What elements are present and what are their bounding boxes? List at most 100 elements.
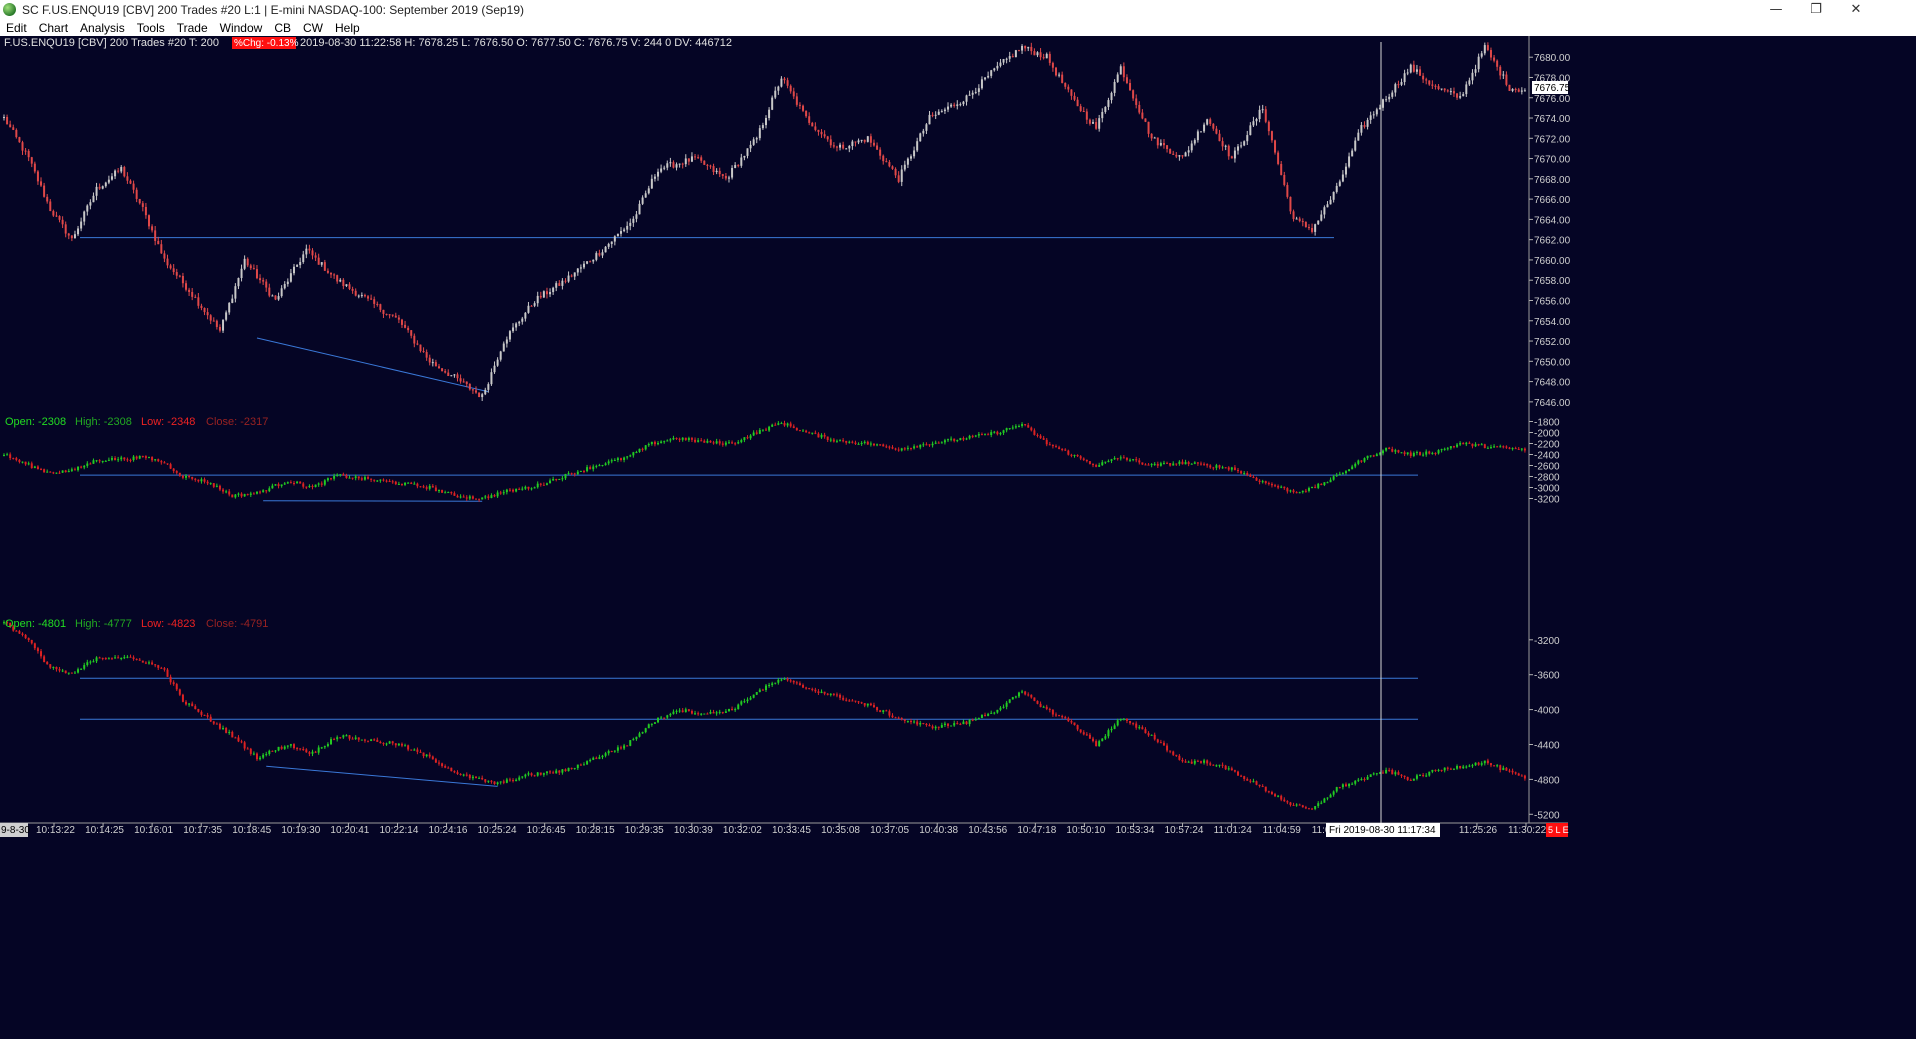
candle-body (404, 482, 407, 485)
candle-body (1437, 769, 1440, 771)
candle-body (777, 679, 780, 683)
candle-body (1400, 452, 1403, 454)
candle-body (761, 689, 764, 691)
candle-body (215, 485, 218, 487)
candle-body (820, 131, 823, 135)
candle-body (987, 75, 990, 78)
candle-body (515, 779, 518, 782)
x-tick-label: 10:43:56 (968, 825, 1007, 836)
candle-body (404, 324, 407, 328)
candle-body (1261, 109, 1264, 111)
candle-body (311, 485, 314, 487)
close-button[interactable]: ✕ (1836, 0, 1876, 20)
candle-body (194, 706, 197, 710)
candle-body (1388, 769, 1391, 771)
candle-body (657, 717, 660, 723)
candle-body (1456, 765, 1459, 769)
candle-body (974, 91, 977, 93)
candle-body (1261, 481, 1264, 483)
candle-body (1067, 86, 1070, 90)
candle-body (811, 122, 814, 127)
candle-body (101, 460, 104, 462)
candle-body (734, 165, 737, 169)
candle-body (1428, 771, 1431, 776)
candle-body (996, 431, 999, 435)
candle-body (209, 716, 212, 722)
candle-body (98, 657, 101, 659)
y-tick-label: -3000 (1534, 484, 1560, 495)
chart-canvas[interactable]: 7646.007648.007650.007652.007654.007656.… (0, 36, 1916, 1039)
candle-body (351, 738, 354, 740)
candle-body (1141, 462, 1144, 465)
candle-body (416, 483, 419, 487)
candle-body (1224, 467, 1227, 469)
candle-body (839, 144, 842, 148)
candle-body (1283, 174, 1286, 185)
candle-body (422, 486, 425, 488)
candle-body (752, 432, 755, 436)
candle-body (527, 305, 530, 313)
candle-body (468, 496, 471, 499)
candle-body (524, 486, 527, 489)
candle-body (397, 483, 400, 485)
last-price-label: 7676.75 (1534, 83, 1571, 94)
candle-body (1237, 470, 1240, 472)
menu-trade[interactable]: Trade (171, 20, 214, 36)
candle-body (36, 466, 39, 470)
candle-body (228, 302, 231, 313)
candle-body (55, 472, 58, 474)
candle-body (1295, 218, 1298, 220)
candle-body (1320, 483, 1323, 486)
menu-cb[interactable]: CB (268, 20, 297, 36)
candle-body (805, 110, 808, 117)
candle-body (274, 484, 277, 486)
candle-body (576, 471, 579, 475)
candle-body (484, 389, 487, 395)
candle-body (490, 372, 493, 385)
candle-body (1196, 462, 1199, 464)
chart-area[interactable]: 7646.00 7648.00 7650.00 7652.00 7654.00 7656.… (0, 36, 1916, 1039)
candle-body (610, 460, 613, 462)
candle-body (61, 219, 64, 225)
candle-body (943, 440, 946, 443)
candle-body (842, 697, 845, 700)
candle-body (462, 496, 465, 498)
candle-body (724, 175, 727, 179)
menu-cw[interactable]: CW (297, 20, 329, 36)
candle-body (1116, 74, 1119, 82)
candle-body (157, 665, 160, 668)
candle-body (786, 678, 789, 681)
candle-body (444, 492, 447, 494)
candle-body (1267, 483, 1270, 485)
menu-analysis[interactable]: Analysis (74, 20, 131, 36)
restore-button[interactable]: ❐ (1796, 0, 1836, 20)
candle-body (123, 167, 126, 177)
candle-body (1511, 448, 1514, 450)
candle-body (138, 455, 141, 459)
x-tick-label: 10:53:34 (1115, 825, 1154, 836)
candle-body (1039, 703, 1042, 708)
candle-body (1240, 775, 1243, 777)
candle-body (317, 747, 320, 753)
trend-line (256, 337, 489, 393)
candle-body (231, 731, 234, 738)
candle-body (1511, 770, 1514, 773)
menu-chart[interactable]: Chart (33, 20, 74, 36)
candle-body (1107, 460, 1110, 462)
candle-body (1357, 132, 1360, 141)
y-tick-label: 7660.00 (1534, 256, 1571, 267)
title-bar: SC F.US.ENQU19 [CBV] 200 Trades #20 L:1 … (0, 0, 1916, 20)
candle-body (61, 470, 64, 473)
minimize-button[interactable]: — (1756, 0, 1796, 20)
candle-body (24, 150, 27, 152)
candle-body (1486, 760, 1489, 764)
candle-body (1517, 448, 1520, 450)
candle-body (481, 777, 484, 780)
candle-body (700, 713, 703, 715)
menu-edit[interactable]: Edit (0, 20, 33, 36)
menu-tools[interactable]: Tools (131, 20, 171, 36)
menu-help[interactable]: Help (329, 20, 366, 36)
candle-body (73, 234, 76, 239)
candle-body (1341, 174, 1344, 182)
menu-window[interactable]: Window (214, 20, 269, 36)
